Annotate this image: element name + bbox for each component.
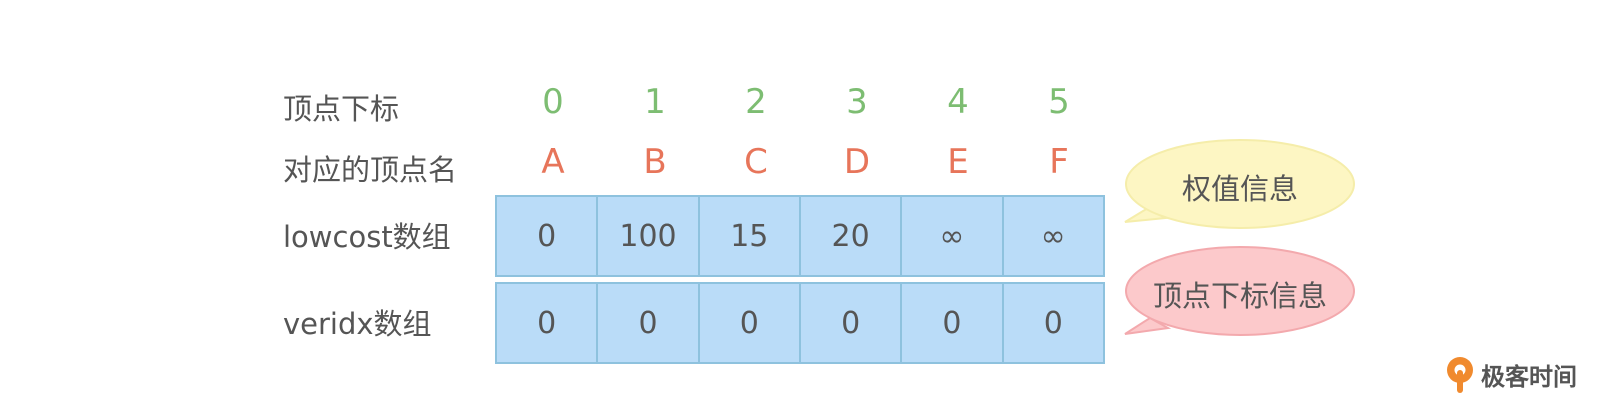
logo-text: 极客时间 (1481, 362, 1577, 391)
geektime-logo: 极客时间 (1443, 354, 1577, 394)
weight-callout-text: 权值信息 (1181, 172, 1298, 206)
vertex-index: 4 (947, 82, 969, 122)
lowcost-cell: ∞ (902, 197, 1004, 275)
vertex-name: A (541, 142, 565, 182)
lowcost-row-label: lowcost数组 (283, 220, 451, 254)
lowcost-cell: 0 (497, 197, 599, 275)
lowcost-cell: 20 (800, 197, 903, 275)
veridx-row-label: veridx数组 (283, 307, 432, 341)
vertex-index: 1 (644, 82, 666, 122)
veridx-array: 0 0 0 0 0 0 (495, 282, 1105, 364)
index-bubble (1124, 316, 1172, 335)
veridx-cell: 0 (800, 284, 903, 362)
vertex-name: D (843, 142, 871, 182)
lowcost-cell: 15 (699, 197, 801, 275)
veridx-cell: 0 (902, 284, 1004, 362)
veridx-cell: 0 (497, 284, 599, 362)
weight-bubble (1124, 206, 1169, 223)
vertex-index: 5 (1048, 82, 1070, 122)
vertex-index: 2 (745, 82, 767, 122)
geektime-logo-icon (1447, 357, 1473, 393)
name-row-label: 对应的顶点名 (283, 153, 458, 187)
index-callout-text: 顶点下标信息 (1152, 279, 1327, 313)
vertex-name: C (744, 142, 768, 182)
vertex-name: B (643, 142, 667, 182)
lowcost-cell: ∞ (1003, 197, 1103, 275)
lowcost-cell: 100 (598, 197, 700, 275)
lowcost-array: 0 100 15 20 ∞ ∞ (495, 195, 1105, 277)
vertex-index: 3 (846, 82, 868, 122)
vertex-name: E (947, 142, 969, 182)
veridx-cell: 0 (598, 284, 700, 362)
veridx-cell: 0 (1003, 284, 1103, 362)
vertex-name: F (1049, 142, 1069, 182)
vertex-index: 0 (542, 82, 564, 122)
index-row-label: 顶点下标 (283, 92, 400, 126)
veridx-cell: 0 (699, 284, 801, 362)
